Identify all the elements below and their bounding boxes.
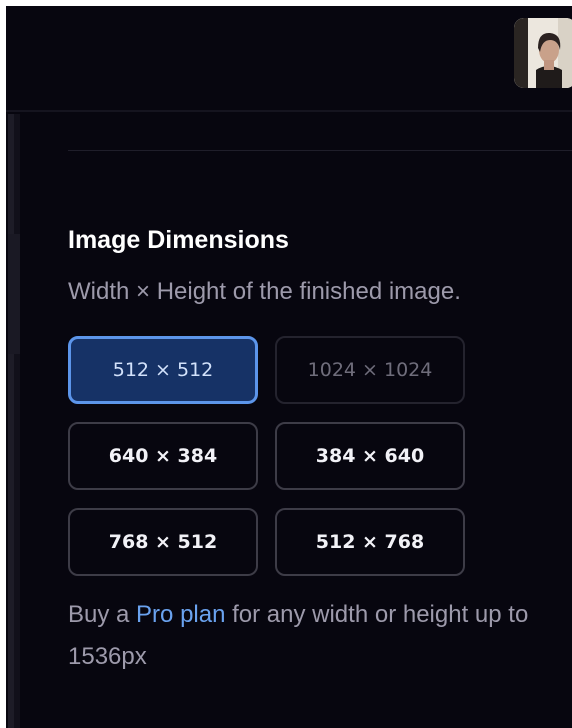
user-avatar[interactable]	[514, 18, 572, 88]
dimension-option-384x640[interactable]: 384 × 640	[275, 422, 465, 490]
section-subtitle: Width × Height of the finished image.	[68, 278, 461, 305]
dimension-options-grid: 512 × 512 1024 × 1024 640 × 384 384 × 64…	[68, 336, 468, 580]
left-scroll-rail	[8, 114, 20, 728]
section-title: Image Dimensions	[68, 226, 289, 254]
dimension-option-1024x1024: 1024 × 1024	[275, 336, 465, 404]
dimension-option-640x384[interactable]: 640 × 384	[68, 422, 258, 490]
dimensions-panel-screen: Image Dimensions Width × Height of the f…	[6, 6, 572, 728]
rail-marker	[8, 234, 20, 354]
promo-prefix: Buy a	[68, 601, 137, 628]
dimension-option-512x512[interactable]: 512 × 512	[68, 336, 258, 404]
dimension-option-512x768[interactable]: 512 × 768	[275, 508, 465, 576]
section-divider	[68, 150, 572, 151]
avatar-photo-icon	[514, 18, 572, 88]
rail-shade	[8, 114, 14, 728]
pro-plan-link[interactable]: Pro plan	[136, 601, 225, 628]
top-bar	[6, 6, 572, 112]
pro-plan-promo: Buy a Pro plan for any width or height u…	[68, 594, 558, 678]
dimension-option-768x512[interactable]: 768 × 512	[68, 508, 258, 576]
